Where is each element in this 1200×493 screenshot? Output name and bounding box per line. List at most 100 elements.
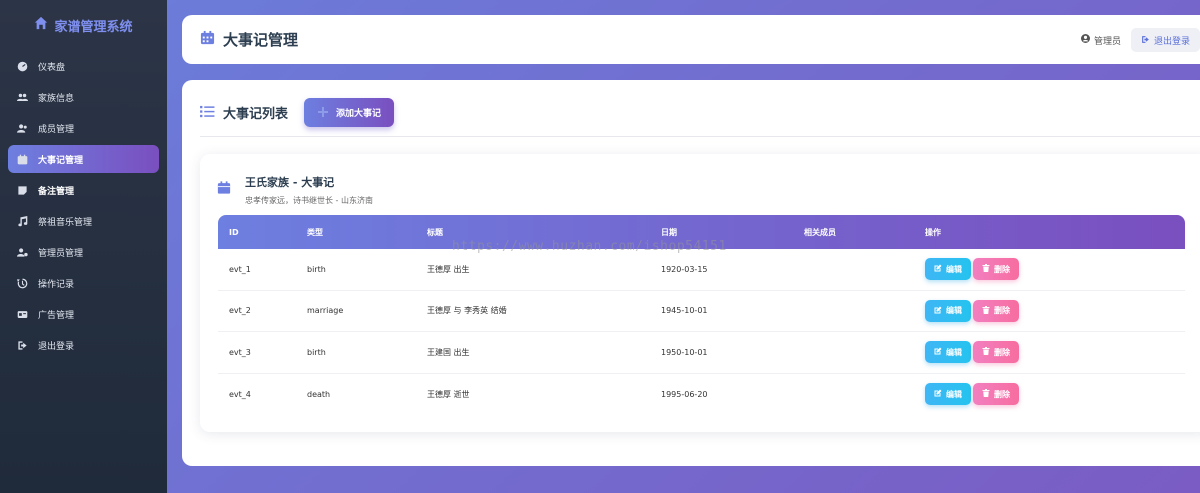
header-actions: 管理员 退出登录 <box>1080 28 1200 52</box>
column-header-members[interactable]: 相关成员 <box>804 227 925 238</box>
sidebar-item-logs[interactable]: 操作记录 <box>8 269 159 297</box>
cell-actions: 编辑 删除 <box>925 383 1185 406</box>
sidebar-item-ads[interactable]: 广告管理 <box>8 300 159 328</box>
trash-icon <box>982 347 990 357</box>
sidebar-item-label: 仪表盘 <box>38 62 66 73</box>
delete-button[interactable]: 删除 <box>973 258 1019 281</box>
table-row: evt_2 marriage 王德厚 与 李秀英 结婚 1945-10-01 编… <box>218 291 1185 332</box>
cell-id: evt_1 <box>229 264 251 274</box>
sidebar-item-label: 备注管理 <box>38 186 75 197</box>
edit-icon <box>934 389 942 399</box>
delete-button[interactable]: 删除 <box>973 383 1019 406</box>
column-header-type[interactable]: 类型 <box>307 227 427 238</box>
add-event-button[interactable]: 添加大事记 <box>304 98 395 127</box>
table-header: ID 类型 标题 日期 相关成员 操作 <box>218 215 1185 249</box>
edit-button[interactable]: 编辑 <box>925 383 971 406</box>
brand-title: 家谱管理系统 <box>54 19 133 35</box>
calendar-icon <box>217 180 231 199</box>
user-group-icon <box>17 123 28 134</box>
sidebar-item-label: 管理员管理 <box>38 248 84 259</box>
family-header: 王氏家族 - 大事记 忠孝传家远，诗书继世长 - 山东济南 <box>217 174 373 206</box>
cell-date: 1950-10-01 <box>661 347 708 357</box>
users-icon <box>17 92 28 103</box>
cell-type: marriage <box>307 306 344 316</box>
divider <box>200 136 1200 137</box>
sidebar-item-members[interactable]: 成员管理 <box>8 114 159 142</box>
admin-name: 管理员 <box>1093 36 1121 47</box>
sidebar-item-admins[interactable]: 管理员管理 <box>8 238 159 266</box>
sidebar-item-logout[interactable]: 退出登录 <box>8 331 159 359</box>
sidebar-item-label: 退出登录 <box>38 341 75 352</box>
cell-title: 王德厚 与 李秀英 结婚 <box>427 306 507 316</box>
edit-label: 编辑 <box>946 389 962 399</box>
edit-button[interactable]: 编辑 <box>925 299 971 322</box>
cell-id: evt_2 <box>229 306 251 316</box>
sidebar: 家谱管理系统 仪表盘 家族信息 成员管理 大事记管理 备注管理 祭祖音乐管理 管… <box>0 0 167 493</box>
sidebar-item-label: 祭祖音乐管理 <box>38 217 93 228</box>
sign-out-icon <box>17 340 28 351</box>
sidebar-nav: 仪表盘 家族信息 成员管理 大事记管理 备注管理 祭祖音乐管理 管理员管理 操作… <box>0 52 167 359</box>
home-icon <box>34 16 48 34</box>
family-subtitle: 忠孝传家远，诗书继世长 - 山东济南 <box>245 196 373 205</box>
cell-title: 王德厚 逝世 <box>427 389 470 399</box>
delete-button[interactable]: 删除 <box>973 299 1019 322</box>
history-icon <box>17 278 28 289</box>
column-header-date[interactable]: 日期 <box>661 227 804 238</box>
events-table: ID 类型 标题 日期 相关成员 操作 evt_1 birth 王德厚 出生 1… <box>218 215 1185 415</box>
delete-label: 删除 <box>994 306 1010 316</box>
list-header: 大事记列表 添加大事记 <box>200 98 395 127</box>
list-icon <box>200 103 215 122</box>
column-header-id[interactable]: ID <box>218 228 307 237</box>
delete-label: 删除 <box>994 264 1010 274</box>
page-title: 大事记管理 <box>223 31 299 49</box>
cell-id: evt_4 <box>229 389 251 399</box>
family-name: 王氏家族 - 大事记 <box>245 176 335 189</box>
admin-label[interactable]: 管理员 <box>1080 34 1121 47</box>
sidebar-item-events[interactable]: 大事记管理 <box>8 145 159 173</box>
table-row: evt_4 death 王德厚 逝世 1995-06-20 编辑 删除 <box>218 374 1185 416</box>
ad-icon <box>17 309 28 320</box>
logout-button[interactable]: 退出登录 <box>1130 28 1200 52</box>
edit-icon <box>934 264 942 274</box>
sidebar-item-label: 操作记录 <box>38 279 75 290</box>
event-card: 王氏家族 - 大事记 忠孝传家远，诗书继世长 - 山东济南 ID 类型 标题 日… <box>200 154 1200 432</box>
calendar-icon <box>17 154 28 165</box>
cell-type: death <box>307 389 331 399</box>
delete-label: 删除 <box>994 347 1010 357</box>
page-header: 大事记管理 管理员 退出登录 <box>182 15 1200 64</box>
table-row: evt_3 birth 王建国 出生 1950-10-01 编辑 删除 <box>218 332 1185 374</box>
column-header-actions: 操作 <box>925 227 941 237</box>
brand[interactable]: 家谱管理系统 <box>0 0 167 50</box>
sidebar-item-music[interactable]: 祭祖音乐管理 <box>8 207 159 235</box>
add-event-label: 添加大事记 <box>336 108 382 118</box>
main-content: 大事记列表 添加大事记 王氏家族 - 大事记 忠孝传家远，诗书继世长 - 山东济… <box>182 80 1200 466</box>
trash-icon <box>982 305 990 316</box>
sidebar-item-family-info[interactable]: 家族信息 <box>8 83 159 111</box>
cell-title: 王建国 出生 <box>427 347 470 357</box>
plus-icon <box>318 106 329 119</box>
edit-button[interactable]: 编辑 <box>925 341 971 364</box>
sidebar-item-dashboard[interactable]: 仪表盘 <box>8 52 159 80</box>
cell-type: birth <box>307 264 326 274</box>
music-icon <box>17 215 28 227</box>
cell-actions: 编辑 删除 <box>925 258 1185 281</box>
delete-label: 删除 <box>994 389 1010 399</box>
cell-date: 1920-03-15 <box>661 264 708 274</box>
list-title: 大事记列表 <box>223 107 289 122</box>
cell-id: evt_3 <box>229 347 251 357</box>
edit-button[interactable]: 编辑 <box>925 258 971 281</box>
delete-button[interactable]: 删除 <box>973 341 1019 364</box>
cell-type: birth <box>307 347 326 357</box>
user-circle-icon <box>1080 34 1090 46</box>
column-header-title[interactable]: 标题 <box>427 227 661 238</box>
edit-label: 编辑 <box>946 347 962 357</box>
sidebar-item-label: 成员管理 <box>38 124 75 135</box>
table-row: evt_1 birth 王德厚 出生 1920-03-15 编辑 删除 <box>218 249 1185 291</box>
cell-date: 1995-06-20 <box>661 389 708 399</box>
cell-date: 1945-10-01 <box>661 306 708 316</box>
sidebar-item-notes[interactable]: 备注管理 <box>8 176 159 204</box>
cell-actions: 编辑 删除 <box>925 341 1185 364</box>
edit-label: 编辑 <box>946 306 962 316</box>
edit-label: 编辑 <box>946 264 962 274</box>
note-icon <box>17 185 28 196</box>
